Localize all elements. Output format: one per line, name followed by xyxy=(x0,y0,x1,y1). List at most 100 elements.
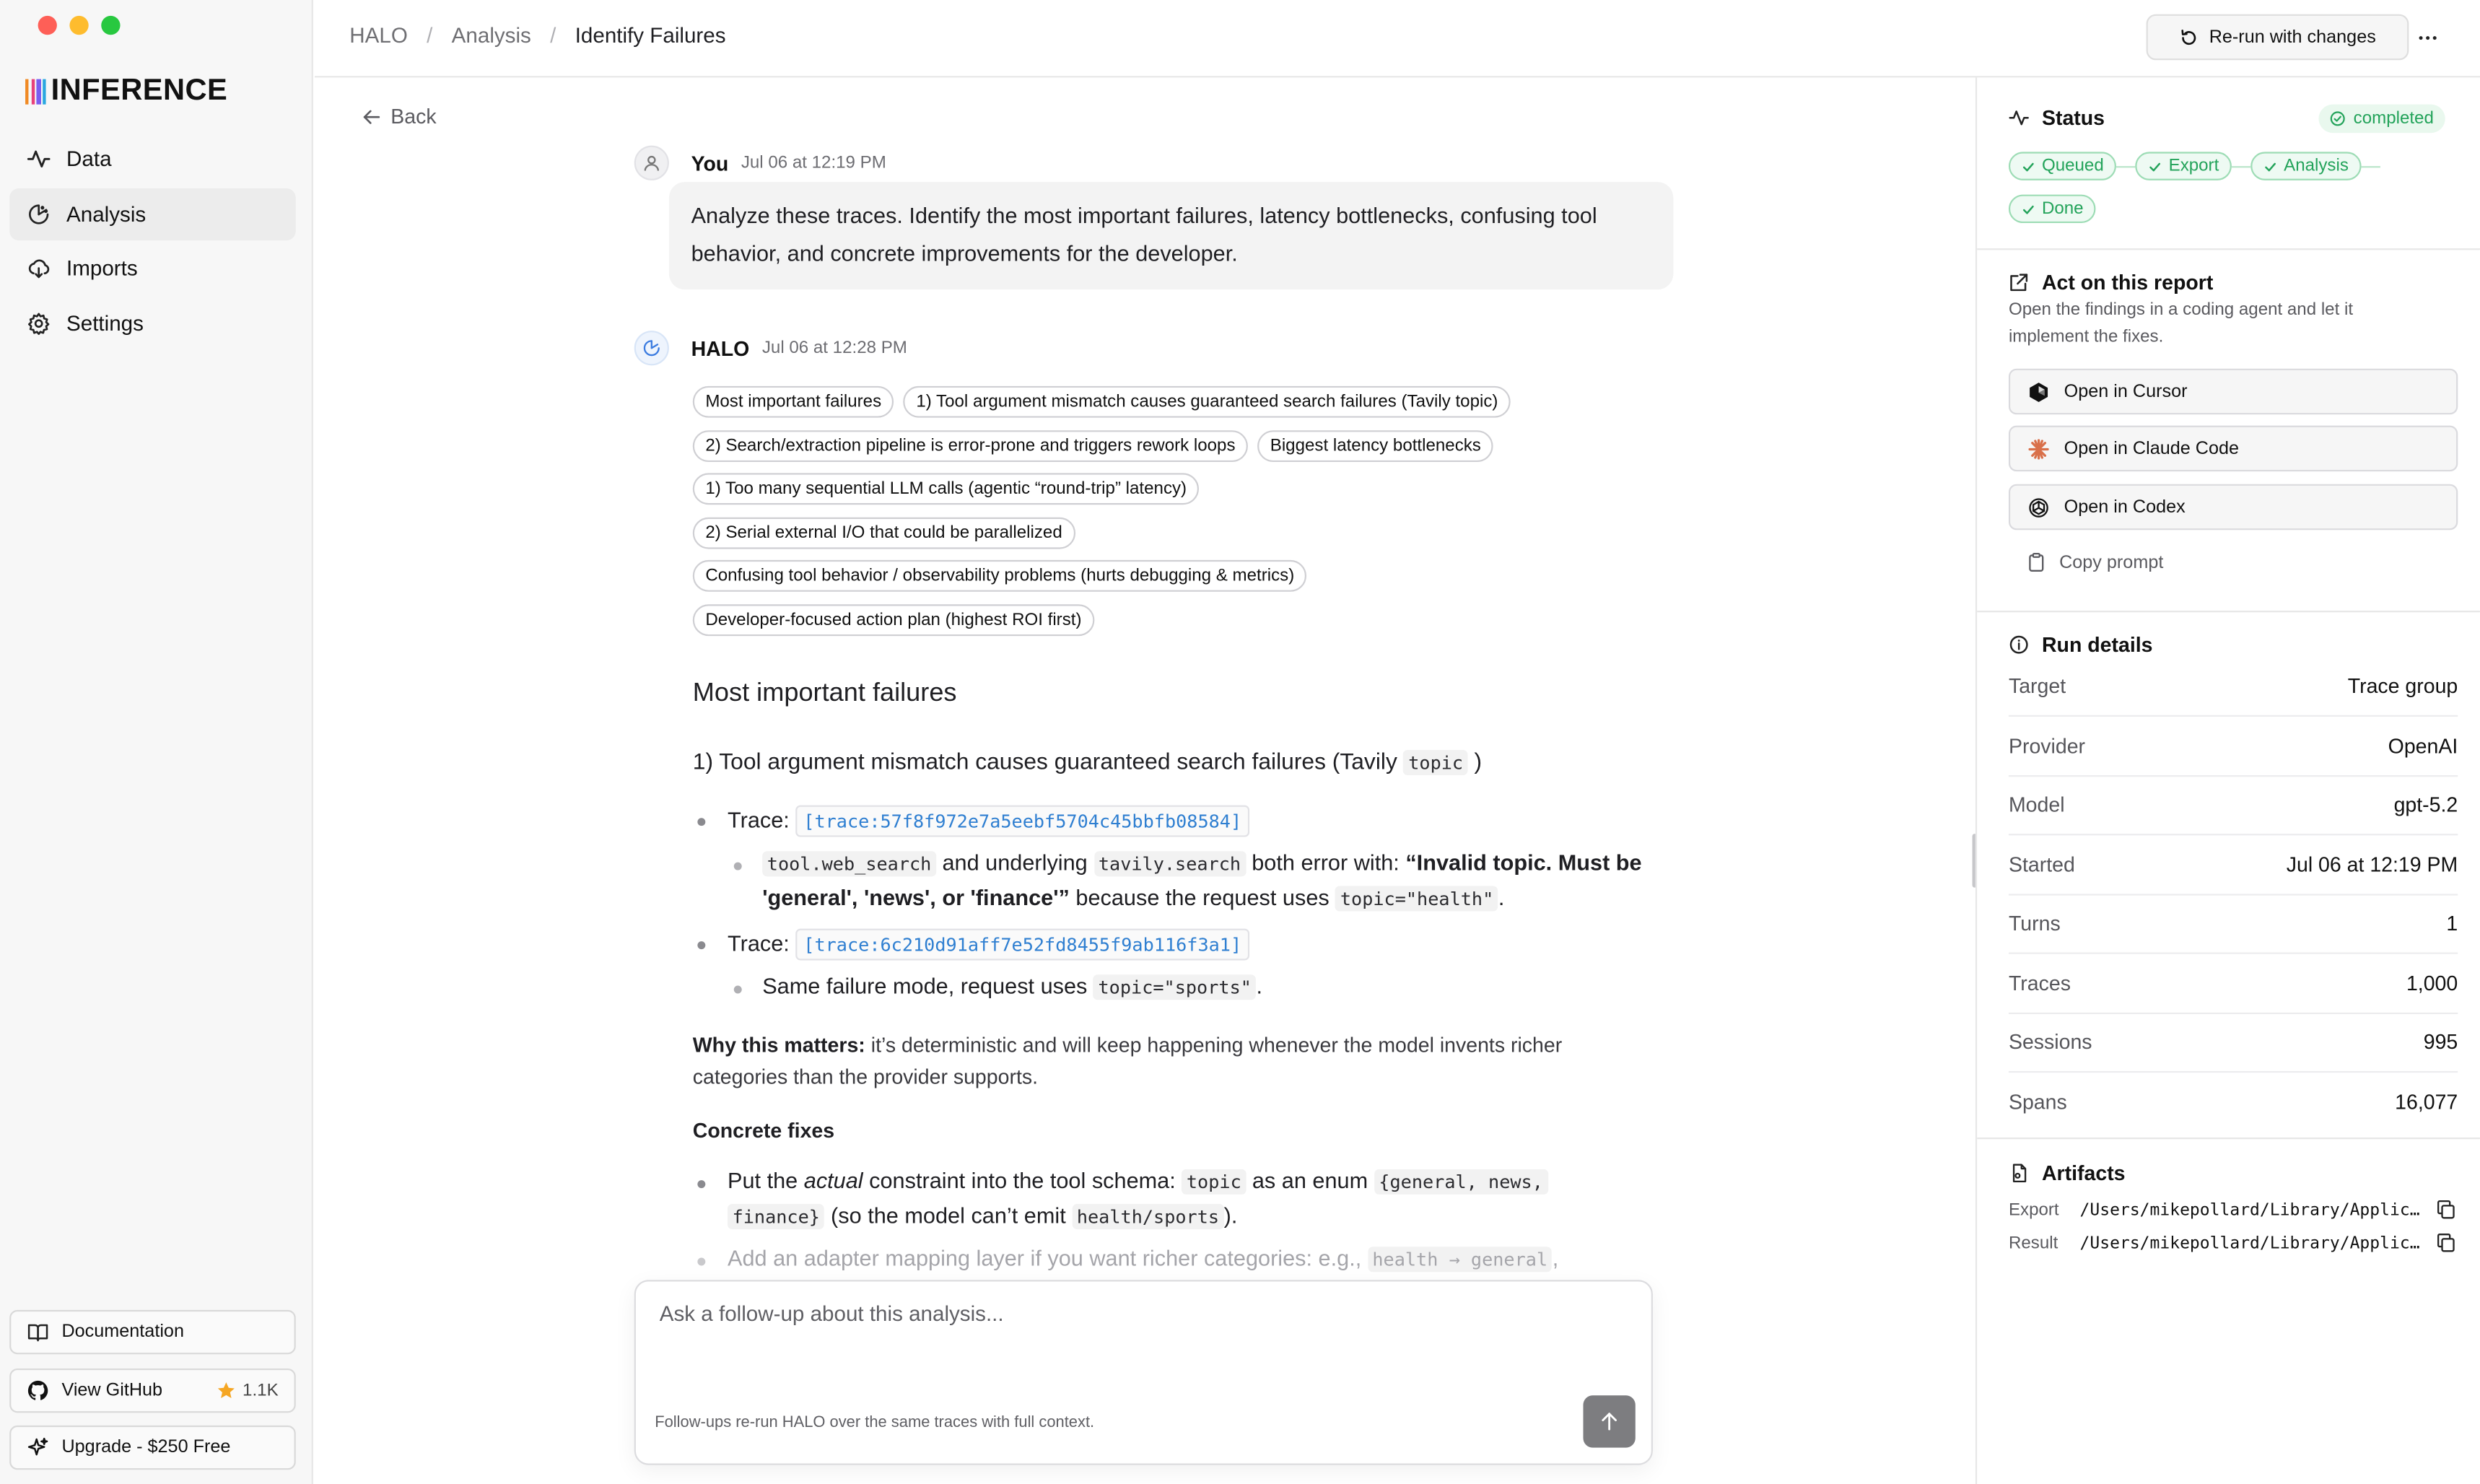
status-title: Status xyxy=(2041,105,2105,130)
arrow-up-icon xyxy=(1602,1413,1617,1431)
inline-code: tavily.search xyxy=(1093,851,1246,877)
send-button[interactable] xyxy=(1583,1395,1636,1448)
fix-text: Add an adapter mapping layer if you want… xyxy=(727,1245,1362,1271)
step-queued: Queued xyxy=(2008,152,2117,180)
view-github-button[interactable]: View GitHub 1.1K xyxy=(9,1367,296,1413)
detail-key: Turns xyxy=(2008,910,2061,935)
breadcrumb-analysis[interactable]: Analysis xyxy=(452,24,531,48)
trace-bullet: Trace: [trace:6c210d91aff7e52fd8455f9ab1… xyxy=(728,928,1250,961)
trace-bullet: Trace: [trace:57f8f972e7a5eebf5704c45bbf… xyxy=(728,805,1250,837)
copy-icon[interactable] xyxy=(2436,1199,2456,1219)
follow-up-composer[interactable]: Ask a follow-up about this analysis... F… xyxy=(634,1280,1653,1465)
open-codex-label: Open in Codex xyxy=(2064,497,2186,517)
inline-code: {general, news, xyxy=(1374,1169,1548,1195)
rerun-icon xyxy=(2180,29,2196,44)
detail-value: Jul 06 at 12:19 PM xyxy=(2286,852,2458,876)
user-message-bubble: Analyze these traces. Identify the most … xyxy=(668,182,1674,290)
composer-hint: Follow-ups re-run HALO over the same tra… xyxy=(655,1414,1095,1432)
gear-icon xyxy=(27,313,50,336)
fix-bullet-cont: finance} (so the model can’t emit health… xyxy=(727,1203,1237,1230)
detail-row-model: Model gpt-5.2 xyxy=(2008,775,2458,835)
bullet-dot xyxy=(697,941,706,950)
trace-link[interactable]: [trace:6c210d91aff7e52fd8455f9ab116f3a1] xyxy=(795,928,1250,961)
detail-row-sessions: Sessions 995 xyxy=(2008,1013,2458,1073)
open-in-cursor-button[interactable]: Open in Cursor xyxy=(2008,368,2458,415)
activity-icon xyxy=(27,150,51,167)
breadcrumb-current: Identify Failures xyxy=(575,23,726,48)
artifacts-label: Artifacts xyxy=(2041,1161,2126,1185)
check-icon xyxy=(2149,162,2161,171)
copy-prompt-button[interactable]: Copy prompt xyxy=(2026,552,2163,572)
artifact-path: /Users/mikepollard/Library/Application S… xyxy=(2079,1200,2425,1219)
detail-key: Started xyxy=(2008,852,2075,876)
follow-up-input[interactable]: Ask a follow-up about this analysis... xyxy=(660,1302,1004,1326)
section-chip[interactable]: Confusing tool behavior / observability … xyxy=(692,559,1307,592)
why-it-matters: Why this matters: it’s deterministic and… xyxy=(693,1030,1658,1091)
report-subheading: 1) Tool argument mismatch causes guarant… xyxy=(693,749,1482,776)
trace-link[interactable]: [trace:57f8f972e7a5eebf5704c45bbfb08584] xyxy=(795,805,1250,837)
bullet-dot xyxy=(697,818,706,826)
details-panel: Status completed Queued Export Analysis … xyxy=(1975,77,2480,1484)
detail-key: Target xyxy=(2008,673,2066,698)
section-chip[interactable]: Most important failures xyxy=(692,385,894,418)
close-window-button[interactable] xyxy=(38,15,57,35)
act-description: Open the findings in a coding agent and … xyxy=(2008,300,2354,346)
app-logo[interactable]: INFERENCE xyxy=(25,74,227,109)
artifact-key: Export xyxy=(2008,1200,2059,1219)
clipboard-icon xyxy=(2029,552,2044,572)
zoom-window-button[interactable] xyxy=(101,15,121,35)
check-icon xyxy=(2265,162,2276,171)
halo-avatar xyxy=(634,331,669,366)
external-link-icon xyxy=(2010,274,2028,292)
sidebar-item-data[interactable]: Data xyxy=(9,133,296,185)
sidebar-item-settings[interactable]: Settings xyxy=(9,297,296,349)
more-options-button[interactable] xyxy=(2412,22,2444,54)
detail-value: 16,077 xyxy=(2395,1090,2458,1114)
why-label: Why this matters: xyxy=(692,1033,865,1057)
fix-text: Put the xyxy=(727,1167,798,1193)
run-details-label: Run details xyxy=(2041,632,2153,657)
detail-text: because the request uses xyxy=(1075,884,1329,910)
section-chip[interactable]: Developer-focused action plan (highest R… xyxy=(692,603,1095,636)
open-in-claude-code-button[interactable]: Open in Claude Code xyxy=(2008,425,2458,472)
copy-icon[interactable] xyxy=(2436,1232,2456,1252)
step-connector xyxy=(2116,165,2136,167)
upgrade-button[interactable]: Upgrade - $250 Free xyxy=(9,1425,296,1470)
run-details-title: Run details xyxy=(2009,633,2153,657)
bullet-dot xyxy=(733,862,742,870)
detail-text: and underlying xyxy=(942,850,1088,876)
check-circle-icon xyxy=(2330,111,2345,126)
open-in-codex-button[interactable]: Open in Codex xyxy=(2008,484,2458,531)
user-icon xyxy=(644,155,660,171)
fix-bullet: Put the actual constraint into the tool … xyxy=(727,1167,1548,1195)
concrete-fixes-title: Concrete fixes xyxy=(692,1118,835,1143)
back-button[interactable]: Back xyxy=(362,105,437,128)
detail-text: Same failure mode, request uses xyxy=(762,973,1088,999)
rerun-with-changes-button[interactable]: Re-run with changes xyxy=(2146,14,2409,61)
step-connector xyxy=(2361,165,2380,167)
breadcrumb-halo[interactable]: HALO xyxy=(349,24,408,48)
breadcrumb: HALO / Analysis / Identify Failures xyxy=(349,24,725,48)
cloud-download-icon xyxy=(28,260,50,279)
inline-code: health → general xyxy=(1367,1247,1553,1273)
section-chip[interactable]: 1) Tool argument mismatch causes guarant… xyxy=(903,385,1511,418)
status-badge-label: completed xyxy=(2353,109,2434,128)
pipeline-steps: Queued Export Analysis Done xyxy=(2008,152,2467,237)
check-icon xyxy=(2022,162,2034,171)
fix-emphasis: actual xyxy=(803,1167,863,1193)
detail-key: Traces xyxy=(2008,971,2071,995)
divider xyxy=(1977,611,2480,613)
section-chip[interactable]: 1) Too many sequential LLM calls (agenti… xyxy=(692,473,1200,505)
analysis-icon xyxy=(29,204,49,224)
inline-code: topic="sports" xyxy=(1093,974,1257,1000)
section-chip[interactable]: 2) Serial external I/O that could be par… xyxy=(692,516,1075,549)
sidebar-item-imports[interactable]: Imports xyxy=(9,243,296,294)
step-export: Export xyxy=(2135,152,2232,180)
step-label: Export xyxy=(2168,156,2219,176)
documentation-button[interactable]: Documentation xyxy=(9,1309,296,1355)
minimize-window-button[interactable] xyxy=(69,15,89,35)
sidebar-item-analysis[interactable]: Analysis xyxy=(9,188,296,240)
window-controls xyxy=(38,15,121,35)
section-chip[interactable]: Biggest latency bottlenecks xyxy=(1257,429,1494,461)
section-chip[interactable]: 2) Search/extraction pipeline is error-p… xyxy=(692,429,1249,461)
